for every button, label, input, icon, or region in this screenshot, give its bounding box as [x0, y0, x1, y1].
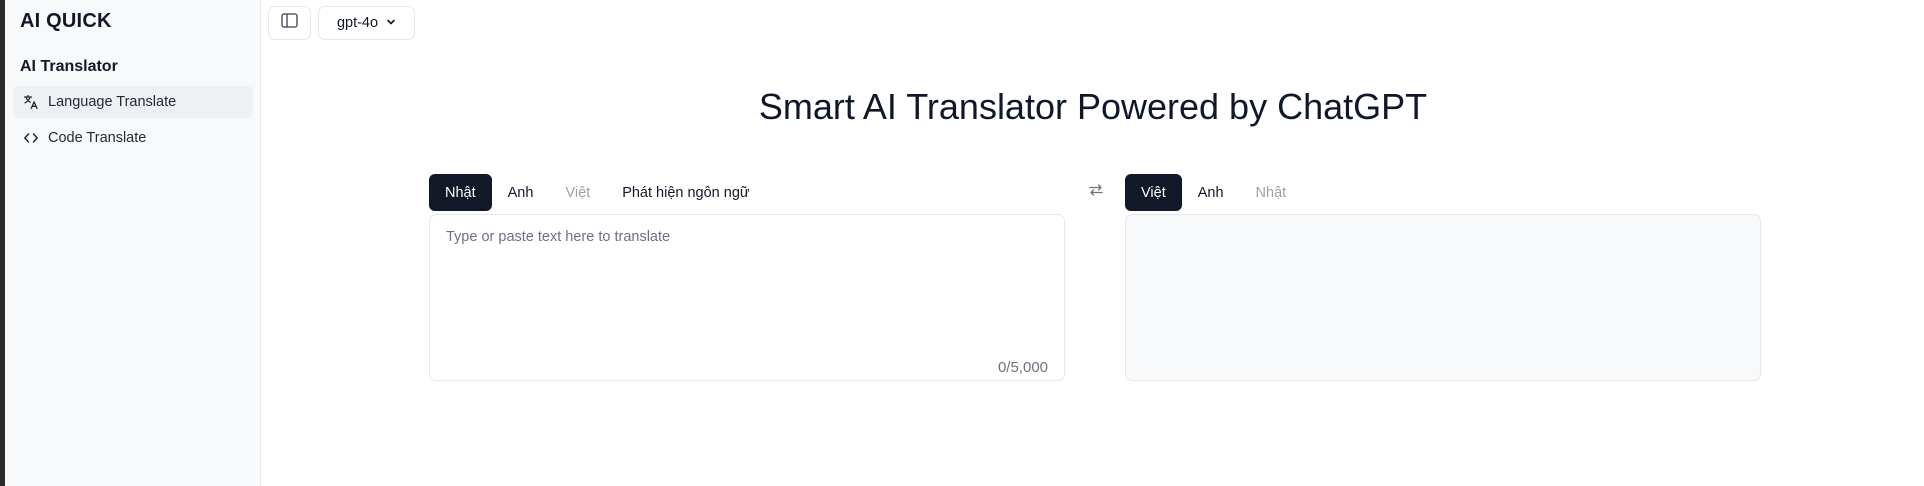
- target-language-tabs: Việt Anh Nhật: [1125, 174, 1302, 211]
- translate-icon: [23, 94, 39, 110]
- source-tab-viet[interactable]: Việt: [549, 174, 606, 211]
- source-tab-anh[interactable]: Anh: [492, 174, 550, 211]
- source-tab-nhat[interactable]: Nhật: [429, 174, 492, 211]
- sidebar-item-label: Code Translate: [48, 130, 147, 146]
- model-select[interactable]: gpt-4o: [318, 6, 415, 40]
- app-brand: AI QUICK: [20, 10, 112, 32]
- sidebar-item-language-translate[interactable]: Language Translate: [13, 86, 253, 118]
- translation-output-panel: [1125, 214, 1761, 381]
- page-title: Smart AI Translator Powered by ChatGPT: [758, 86, 1428, 127]
- sidebar: AI QUICK AI Translator Language Translat…: [5, 0, 261, 486]
- sidebar-toggle-button[interactable]: [268, 6, 311, 40]
- code-icon: [23, 130, 39, 146]
- target-tab-nhat[interactable]: Nhật: [1240, 174, 1303, 211]
- sidebar-toggle-icon: [281, 13, 298, 33]
- target-tab-anh[interactable]: Anh: [1182, 174, 1240, 211]
- sidebar-section-title: AI Translator: [20, 58, 118, 75]
- chevron-down-icon: [386, 15, 396, 31]
- target-tab-viet[interactable]: Việt: [1125, 174, 1182, 211]
- character-counter: 0/5,000: [997, 359, 1048, 376]
- sidebar-item-code-translate[interactable]: Code Translate: [13, 122, 253, 154]
- source-text-input[interactable]: [430, 215, 1064, 345]
- source-text-panel: 0/5,000: [429, 214, 1065, 381]
- source-tab-detect-language[interactable]: Phát hiện ngôn ngữ: [606, 174, 765, 211]
- source-language-tabs: Nhật Anh Việt Phát hiện ngôn ngữ: [429, 174, 766, 211]
- model-select-value: gpt-4o: [336, 15, 379, 31]
- swap-languages-button[interactable]: [1086, 182, 1106, 202]
- swap-icon: [1088, 182, 1104, 203]
- sidebar-item-label: Language Translate: [48, 94, 177, 110]
